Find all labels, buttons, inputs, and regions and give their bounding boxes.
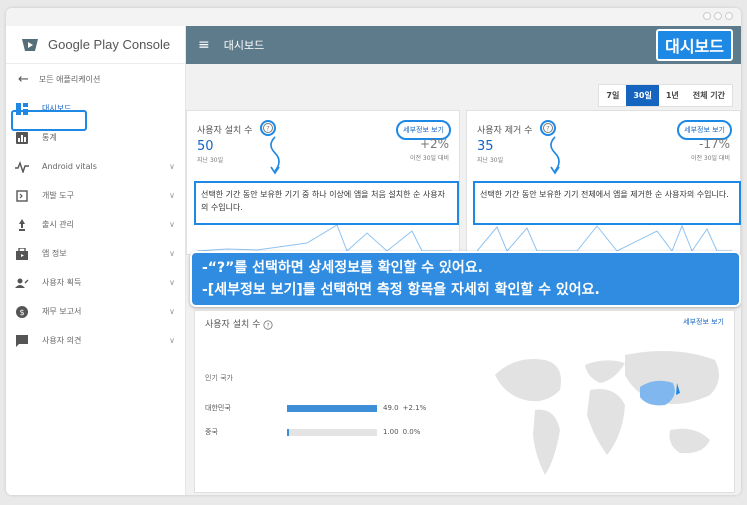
sidebar-item-dev-tools[interactable]: 개발 도구 ∨ [6,181,185,210]
banner-line-2: -[세부정보 보기]를 선택하면 측정 항목을 자세히 확인할 수 있어요. [202,282,600,298]
country-bar-fill [287,428,289,436]
world-map [495,351,719,475]
stats-icon [14,130,30,146]
uninstalls-value: 35 [477,139,494,154]
window-titlebar [6,8,741,26]
chevron-down-icon: ∨ [169,307,175,316]
country-value: 49.0 [383,404,399,412]
installs-tooltip: 선택한 기간 동안 보유한 기기 중 하나 이상에 앱을 처음 설치한 순 사용… [194,181,459,225]
sidebar-item-android-vitals[interactable]: Android vitals ∨ [6,152,185,181]
chevron-down-icon: ∨ [169,249,175,258]
window-control-icon[interactable] [725,12,733,20]
instruction-banner: -“?”를 선택하면 상세정보를 확인할 수 있어요. -[세부정보 보기]를 … [190,251,741,307]
installs-sparkline [197,224,452,252]
banner-line-1: -“?”를 선택하면 상세정보를 확인할 수 있어요. [202,260,483,276]
sidebar-item-label: 사용자 획득 [42,278,82,287]
help-icon[interactable]: ? [540,120,556,136]
sidebar-item-label: 사용자 의견 [42,336,82,345]
dashboard-highlight-box [11,110,87,131]
change-comparison: 이전 30일 대비 [409,155,449,162]
sidebar-item-release[interactable]: 출시 관리 ∨ [6,210,185,239]
svg-text:?: ? [546,125,549,133]
sidebar: Google Play Console ← 모든 애플리케이션 대시보드 통계 [6,26,186,495]
back-arrow-icon: ← [18,71,29,87]
sidebar-item-label: Android vitals [42,162,97,171]
installs-value: 50 [197,139,214,154]
feedback-icon [14,333,30,349]
dev-tools-icon [14,188,30,204]
sidebar-item-store[interactable]: 앱 정보 ∨ [6,239,185,268]
country-change: +2.1% [402,404,427,412]
card-title: 사용자 설치 수 ? [205,317,273,330]
change-percent: -17% [698,137,730,151]
country-name: 대한민국 [205,404,231,412]
play-console-logo-icon [22,38,38,51]
installs-by-country-card: 사용자 설치 수 ? 세부정보 보기 인기 국가 대한민국 49.0 +2.1%… [194,310,735,493]
app-window: Google Play Console ← 모든 애플리케이션 대시보드 통계 [6,8,741,495]
sidebar-item-user-acquisition[interactable]: 사용자 획득 ∨ [6,268,185,297]
change-percent: +2% [419,137,449,151]
chevron-down-icon: ∨ [169,278,175,287]
sidebar-item-label: 재무 보고서 [42,307,82,316]
uninstalls-sparkline [477,224,732,253]
country-bar-fill [287,404,377,412]
svg-text:?: ? [267,323,270,329]
country-change: 0.0% [402,428,421,436]
brand-name: Google Play Console [48,37,171,52]
help-icon[interactable]: ? [263,319,273,330]
sidebar-item-label: 출시 관리 [42,220,74,229]
window-control-icon[interactable] [714,12,722,20]
sidebar-nav: 대시보드 통계 Android vitals ∨ 개발 도구 ∨ 출시 관리 ∨… [6,94,185,355]
card-title: 사용자 설치 수 [197,126,253,136]
date-range-selector: 7일 30일 1년 전체 기간 [598,84,733,107]
app-bar: ≡ 대시보드 대시보드 [186,26,741,64]
menu-icon[interactable]: ≡ [198,37,210,53]
view-details-link[interactable]: 세부정보 보기 [683,317,724,327]
sidebar-item-label: 통계 [42,133,57,142]
callout-arrow-icon [550,136,560,175]
window-control-icon[interactable] [703,12,711,20]
country-row: 중국 1.00 0.0% [205,427,420,437]
window-controls [703,12,733,20]
range-1y-button[interactable]: 1년 [659,85,686,106]
vitals-icon [14,159,30,175]
period-label: 지난 30일 [477,157,504,164]
back-to-all-apps[interactable]: ← 모든 애플리케이션 [6,64,185,94]
store-icon [14,246,30,262]
sidebar-item-finance[interactable]: $ 재무 보고서 ∨ [6,297,185,326]
range-all-button[interactable]: 전체 기간 [686,85,732,106]
popular-countries-label: 인기 국가 [205,374,233,382]
country-row: 대한민국 49.0 +2.1% [205,403,426,413]
range-30d-button[interactable]: 30일 [626,85,659,106]
user-acquisition-icon [14,275,30,291]
release-icon [14,217,30,233]
sidebar-item-label: 앱 정보 [42,249,67,258]
sidebar-item-label: 개발 도구 [42,191,74,200]
brand-logo[interactable]: Google Play Console [6,26,185,64]
help-icon[interactable]: ? [260,120,276,136]
change-comparison: 이전 30일 대비 [690,155,730,162]
chevron-down-icon: ∨ [169,336,175,345]
page-title: 대시보드 [223,39,265,52]
sidebar-item-feedback[interactable]: 사용자 의견 ∨ [6,326,185,355]
country-name: 중국 [205,428,218,436]
country-value: 1.00 [383,428,399,436]
period-label: 지난 30일 [197,157,224,164]
svg-text:?: ? [266,125,269,133]
callout-arrow-icon [270,136,280,175]
range-7d-button[interactable]: 7일 [599,85,626,106]
country-bar [287,404,377,412]
section-badge: 대시보드 [656,29,733,61]
card-title: 사용자 제거 수 [477,126,533,136]
finance-icon: $ [14,304,30,320]
uninstalls-tooltip: 선택한 기간 동안 보유한 기기 전체에서 앱을 제거한 순 사용자의 수입니다… [473,181,741,225]
chevron-down-icon: ∨ [169,162,175,171]
country-bar [287,428,377,436]
back-label: 모든 애플리케이션 [38,74,101,84]
chevron-down-icon: ∨ [169,220,175,229]
chevron-down-icon: ∨ [169,191,175,200]
svg-text:$: $ [19,308,24,317]
